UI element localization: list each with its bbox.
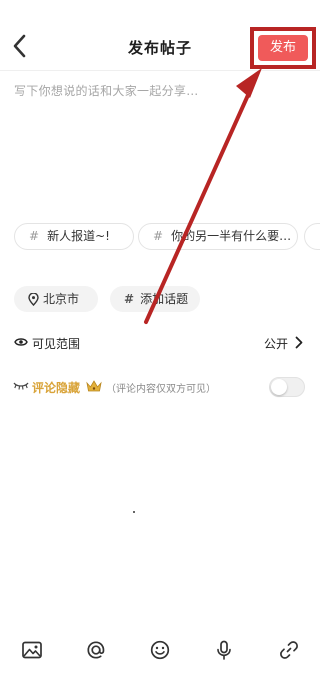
topic-chip-partial[interactable] — [304, 223, 320, 250]
topic-chip[interactable]: # 你的另一半有什么要… — [138, 223, 298, 250]
comment-hide-note: （评论内容仅双方可见） — [106, 384, 216, 395]
at-icon[interactable] — [84, 638, 108, 662]
mic-icon[interactable] — [212, 638, 236, 662]
publish-button[interactable]: 发布 — [258, 35, 308, 61]
crown-icon — [86, 379, 102, 397]
eye-icon — [14, 338, 28, 346]
location-button[interactable]: 北京市 — [14, 286, 98, 312]
artifact-dot — [133, 511, 135, 513]
visibility-label: 可见范围 — [32, 337, 81, 351]
location-label: 北京市 — [43, 292, 80, 306]
post-text-input[interactable]: 写下你想说的话和大家一起分享… — [14, 82, 199, 99]
visibility-value: 公开 — [264, 337, 289, 351]
toggle-knob — [271, 379, 287, 395]
hash-icon: # — [29, 229, 40, 243]
visibility-row[interactable]: 可见范围 公开 — [0, 330, 320, 356]
closed-eye-icon — [13, 382, 29, 390]
chevron-right-icon — [295, 336, 303, 349]
topic-chip-label: 新人报道~! — [47, 229, 110, 243]
hash-icon: # — [124, 292, 135, 306]
bottom-toolbar — [0, 630, 320, 673]
image-icon[interactable] — [20, 638, 44, 662]
hash-icon: # — [153, 229, 164, 243]
arrow-head — [236, 68, 262, 98]
add-topic-button[interactable]: # 添加话题 — [110, 286, 200, 312]
add-topic-label: 添加话题 — [140, 292, 189, 306]
comment-hide-toggle[interactable] — [269, 377, 305, 397]
comment-hide-label: 评论隐藏 — [32, 381, 81, 395]
emoji-icon[interactable] — [148, 638, 172, 662]
link-icon[interactable] — [277, 638, 301, 662]
topic-chip[interactable]: # 新人报道~! — [14, 223, 134, 250]
location-pin-icon — [28, 293, 39, 306]
comment-hide-row: 评论隐藏 （评论内容仅双方可见） — [0, 374, 320, 400]
topic-chip-label: 你的另一半有什么要… — [171, 229, 292, 243]
